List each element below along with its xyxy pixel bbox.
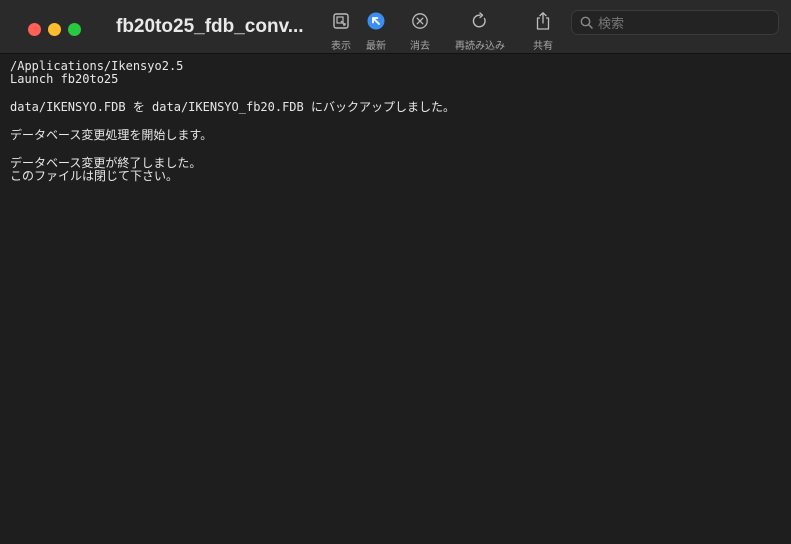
minimize-button[interactable] — [48, 23, 61, 36]
clear-button-label: 消去 — [410, 41, 430, 52]
traffic-lights — [28, 23, 81, 36]
share-icon — [536, 12, 550, 30]
clear-icon — [412, 13, 428, 29]
close-button[interactable] — [28, 23, 41, 36]
window-title: fb20to25_fdb_conv... — [116, 16, 304, 37]
output-line: データベース変更処理を開始します。 — [10, 128, 213, 142]
clear-button[interactable]: 消去 — [390, 10, 450, 52]
reload-icon — [472, 12, 486, 28]
latest-icon — [367, 12, 385, 30]
zoom-button[interactable] — [68, 23, 81, 36]
share-button[interactable]: 共有 — [513, 10, 573, 52]
output-line: data/IKENSYO.FDB を data/IKENSYO_fb20.FDB… — [10, 100, 455, 114]
share-button-label: 共有 — [533, 41, 553, 52]
search-placeholder: 検索 — [598, 17, 625, 32]
reload-button-label: 再読み込み — [455, 41, 505, 52]
terminal-output[interactable]: /Applications/Ikensyo2.5 Launch fb20to25… — [0, 54, 791, 544]
reload-button[interactable]: 再読み込み — [450, 10, 510, 52]
search-icon — [580, 16, 593, 29]
search-field[interactable]: 検索 — [571, 10, 779, 35]
output-line: このファイルは閉じて下さい。 — [10, 169, 179, 183]
title-bar: fb20to25_fdb_conv... 表示 最新 消去 再読み込み 共有 検… — [0, 0, 791, 54]
output-line: Launch fb20to25 — [10, 72, 119, 86]
terminal-window: fb20to25_fdb_conv... 表示 最新 消去 再読み込み 共有 検… — [0, 0, 791, 544]
